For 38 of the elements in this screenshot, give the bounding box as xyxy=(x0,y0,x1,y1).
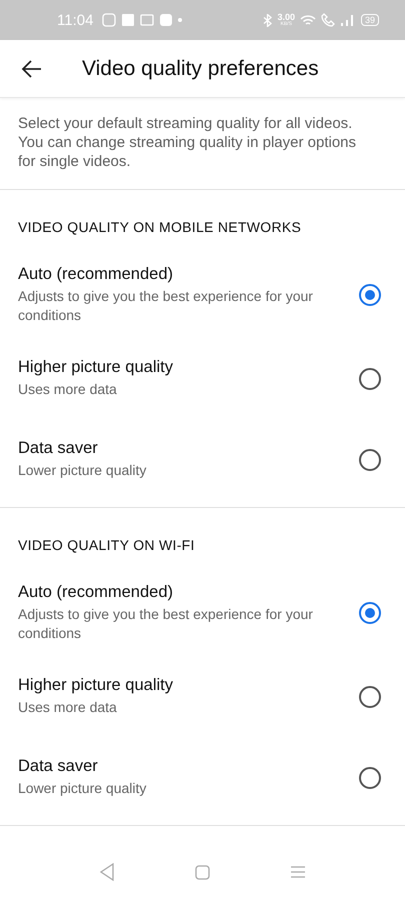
option-subtitle: Uses more data xyxy=(18,698,118,717)
quality-option[interactable]: Auto (recommended) Adjusts to give you the best experience for your conditions xyxy=(0,253,405,339)
notification-icon xyxy=(140,13,154,27)
section-heading: VIDEO QUALITY ON MOBILE NETWORKS xyxy=(17,218,302,237)
radio-button[interactable] xyxy=(359,448,381,470)
radio-button[interactable] xyxy=(359,602,381,624)
option-subtitle: Adjusts to give you the best experience for your conditions xyxy=(18,287,314,325)
option-subtitle: Adjusts to give you the best experience for your conditions xyxy=(18,605,314,643)
quality-option[interactable]: Data saver Lower picture quality xyxy=(0,738,405,819)
option-subtitle: Uses more data xyxy=(18,380,118,399)
option-title: Auto (recommended) xyxy=(18,265,174,284)
radio-button[interactable] xyxy=(359,766,381,788)
option-title: Data saver xyxy=(18,757,99,776)
description: Select your default streaming quality for all videos. You can change streaming quality in player options for single videos. xyxy=(0,98,405,190)
call-icon xyxy=(320,13,335,27)
signal-icon xyxy=(340,14,356,26)
battery-level: 39 xyxy=(360,14,379,26)
option-title: Data saver xyxy=(18,439,99,458)
option-subtitle: Lower picture quality xyxy=(18,461,148,480)
wifi-icon xyxy=(300,14,316,26)
page-title: Video quality preferences xyxy=(82,56,319,80)
radio-button[interactable] xyxy=(359,686,381,708)
quality-option[interactable]: Auto (recommended) Adjusts to give you the best experience for your conditions xyxy=(0,571,405,657)
quality-option[interactable]: Higher picture quality Uses more data xyxy=(0,657,405,738)
section-heading: VIDEO QUALITY ON WI-FI xyxy=(17,536,196,555)
clock: 11:04 xyxy=(57,12,94,28)
option-title: Auto (recommended) xyxy=(18,583,174,602)
quality-option[interactable]: Data saver Lower picture quality xyxy=(0,420,405,501)
option-title: Higher picture quality xyxy=(18,676,174,695)
notification-icon xyxy=(102,13,116,27)
notification-icon xyxy=(159,13,174,27)
notification-icon xyxy=(121,13,136,27)
option-subtitle: Lower picture quality xyxy=(18,779,148,798)
option-title: Higher picture quality xyxy=(18,358,174,377)
quality-option[interactable]: Higher picture quality Uses more data xyxy=(0,339,405,420)
bluetooth-icon xyxy=(263,14,272,26)
radio-button[interactable] xyxy=(359,368,381,390)
radio-button[interactable] xyxy=(359,284,381,306)
